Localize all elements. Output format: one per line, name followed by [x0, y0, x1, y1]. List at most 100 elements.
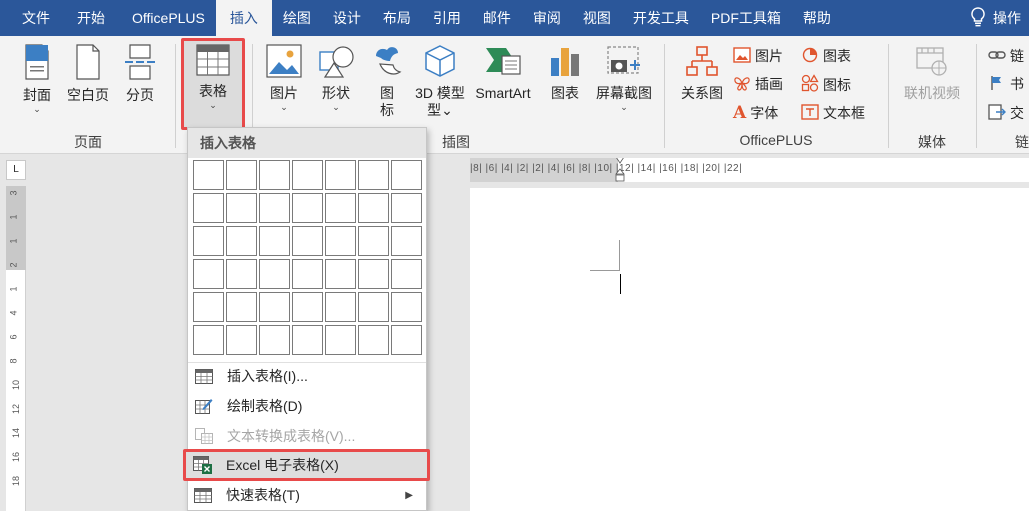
tab-officeplus[interactable]: OfficePLUS: [116, 0, 216, 36]
insert-table-item[interactable]: 插入表格(I)...: [188, 362, 426, 390]
op-illustration-button[interactable]: 插画: [733, 74, 783, 94]
tab-design[interactable]: 设计: [322, 0, 372, 36]
table-grid-cell[interactable]: [259, 292, 290, 322]
op-chart-button[interactable]: 图表: [801, 46, 851, 66]
table-grid-cell[interactable]: [325, 160, 356, 190]
table-grid-cell[interactable]: [325, 193, 356, 223]
table-grid-cell[interactable]: [226, 292, 257, 322]
table-grid-cell[interactable]: [358, 292, 389, 322]
online-video-label: 联机视频: [904, 85, 960, 101]
link-button[interactable]: 链: [988, 46, 1024, 66]
table-button[interactable]: 表格 ⌄: [184, 44, 242, 110]
op-textbox-button[interactable]: 文本框: [801, 103, 865, 123]
bookmark-button[interactable]: 书: [988, 74, 1024, 94]
table-grid-cell[interactable]: [391, 259, 422, 289]
font-icon: A: [733, 103, 747, 123]
table-grid-cell[interactable]: [325, 292, 356, 322]
tab-mailings[interactable]: 邮件: [472, 0, 522, 36]
blank-page-button[interactable]: 空白页: [62, 44, 114, 104]
table-grid-cell[interactable]: [193, 259, 224, 289]
ruler-number: 4: [8, 310, 19, 316]
table-grid-cell[interactable]: [259, 259, 290, 289]
cross-reference-button[interactable]: 交: [988, 103, 1024, 123]
table-grid-cell[interactable]: [325, 259, 356, 289]
table-grid-cell[interactable]: [226, 193, 257, 223]
table-grid-cell[interactable]: [325, 325, 356, 355]
table-grid-cell[interactable]: [292, 325, 323, 355]
table-grid-cell[interactable]: [259, 226, 290, 256]
chart-button[interactable]: 图表: [544, 44, 586, 102]
tab-developer[interactable]: 开发工具: [622, 0, 700, 36]
table-grid-cell[interactable]: [358, 325, 389, 355]
table-grid-cell[interactable]: [292, 160, 323, 190]
table-grid-cell[interactable]: [391, 226, 422, 256]
table-grid-cell[interactable]: [226, 259, 257, 289]
tab-draw[interactable]: 绘图: [272, 0, 322, 36]
tell-me-box[interactable]: 操作: [969, 6, 1029, 30]
table-grid-cell[interactable]: [358, 226, 389, 256]
table-grid-cell[interactable]: [259, 325, 290, 355]
table-grid-cell[interactable]: [358, 160, 389, 190]
page-break-label: 分页: [126, 87, 154, 103]
document-page[interactable]: [470, 188, 1029, 511]
table-grid-cell[interactable]: [226, 325, 257, 355]
page-break-button[interactable]: 分页: [118, 44, 162, 104]
tab-selector[interactable]: L: [6, 160, 26, 180]
tab-view[interactable]: 视图: [572, 0, 622, 36]
table-grid-cell[interactable]: [325, 226, 356, 256]
table-grid-cell[interactable]: [193, 193, 224, 223]
3d-models-label: 3D 模型: [415, 85, 465, 101]
3d-models-button[interactable]: 3D 模型 型⌄: [414, 44, 466, 119]
table-grid-cell[interactable]: [391, 160, 422, 190]
tab-insert[interactable]: 插入: [215, 0, 272, 36]
shapes-button[interactable]: 形状 ⌄: [312, 44, 360, 112]
table-grid-cell[interactable]: [391, 325, 422, 355]
tab-references[interactable]: 引用: [422, 0, 472, 36]
tab-file[interactable]: 文件: [0, 0, 61, 36]
table-grid-cell[interactable]: [358, 193, 389, 223]
media-group-label: 媒体: [918, 134, 946, 150]
excel-spreadsheet-item[interactable]: Excel 电子表格(X): [187, 451, 425, 479]
table-grid-cell[interactable]: [391, 193, 422, 223]
relation-chart-button[interactable]: 关系图: [674, 44, 730, 102]
icons-label: 图标: [380, 85, 394, 118]
table-grid-cell[interactable]: [259, 160, 290, 190]
tab-help[interactable]: 帮助: [792, 0, 842, 36]
cover-page-button[interactable]: 封面 ⌄: [14, 44, 60, 114]
indent-marker-icon[interactable]: [615, 158, 625, 182]
ruler-number: 14: [11, 427, 22, 439]
table-grid-cell[interactable]: [193, 325, 224, 355]
table-grid-cell[interactable]: [259, 193, 290, 223]
table-grid-cell[interactable]: [292, 292, 323, 322]
draw-table-item[interactable]: 绘制表格(D): [188, 392, 426, 420]
op-icon-button[interactable]: 图标: [801, 74, 851, 95]
shapes-small-icon: [801, 74, 819, 95]
ruler-number: 3: [8, 190, 19, 196]
separator: [976, 44, 977, 148]
cross-reference-label: 交: [1010, 105, 1024, 121]
table-grid-cell[interactable]: [226, 160, 257, 190]
lightbulb-icon: [969, 6, 987, 30]
table-grid-cell[interactable]: [391, 292, 422, 322]
table-grid-cell[interactable]: [292, 226, 323, 256]
op-picture-button[interactable]: 图片: [733, 46, 783, 66]
screenshot-button[interactable]: 屏幕截图 ⌄: [590, 44, 658, 112]
icons-button[interactable]: 图标: [366, 44, 408, 119]
picture-button[interactable]: 图片 ⌄: [262, 44, 306, 112]
quick-tables-item[interactable]: 快速表格(T) ▶: [187, 481, 425, 509]
table-grid-cell[interactable]: [292, 193, 323, 223]
tab-home[interactable]: 开始: [61, 0, 116, 36]
tab-pdf-tools[interactable]: PDF工具箱: [700, 0, 792, 36]
smartart-button[interactable]: SmartArt: [468, 44, 538, 102]
table-grid-cell[interactable]: [193, 292, 224, 322]
table-grid-cell[interactable]: [292, 259, 323, 289]
table-grid-cell[interactable]: [226, 226, 257, 256]
table-grid-cell[interactable]: [193, 226, 224, 256]
tab-layout[interactable]: 布局: [372, 0, 422, 36]
table-small-icon: [193, 368, 215, 384]
table-grid-cell[interactable]: [193, 160, 224, 190]
tab-review[interactable]: 审阅: [522, 0, 572, 36]
textbox-icon: [801, 103, 819, 123]
table-grid-cell[interactable]: [358, 259, 389, 289]
op-font-button[interactable]: A 字体: [733, 103, 778, 123]
